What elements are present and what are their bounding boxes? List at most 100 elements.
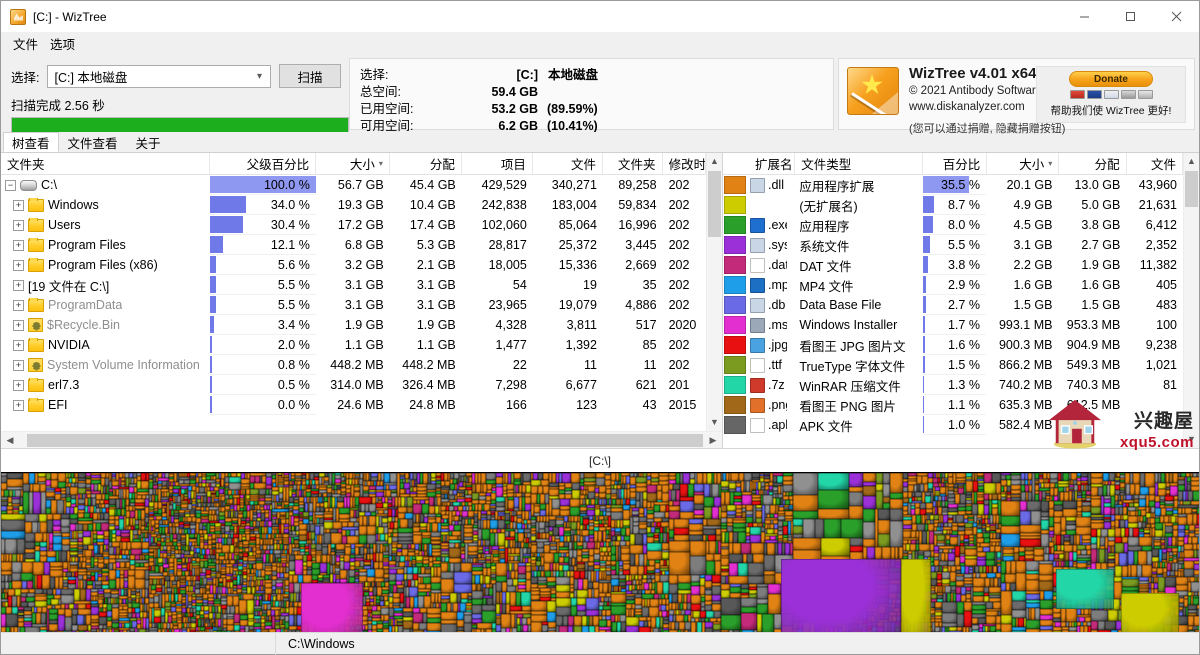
treemap-block[interactable] [149,630,158,632]
treemap-block[interactable] [7,479,23,487]
filetype-column-header[interactable]: 扩展名 [723,153,796,174]
table-row[interactable]: + $Recycle.Bin 3.4 % 1.9 GB 1.9 GB 4,328 3,811… [1,315,706,335]
tree-horizontal-scrollbar[interactable]: ◀ ▶ [1,431,722,448]
treemap-block[interactable] [441,624,457,632]
treemap-block[interactable] [22,562,33,573]
treemap-block[interactable] [25,522,32,533]
treemap-block[interactable] [413,535,422,544]
table-row[interactable]: + Program Files 12.1 % 6.8 GB 5.3 GB 28,817 25… [1,235,706,255]
folder-name-cell[interactable]: + ProgramData [1,298,210,312]
treemap-block[interactable] [390,473,397,483]
table-row[interactable]: .dat DAT 文件 3.8 % 2.2 GB 1.9 GB 11,382 [723,255,1183,275]
treemap-block[interactable] [1,520,25,531]
filetype-column-header[interactable]: 大小 ▾ [987,153,1060,174]
treemap-block[interactable] [33,492,41,514]
treemap-block[interactable] [85,550,92,557]
treemap-block[interactable] [61,519,70,527]
treemap-block[interactable] [6,614,18,627]
treemap-block[interactable] [588,492,595,499]
treemap-block[interactable] [413,504,422,514]
treemap-block[interactable] [239,600,247,614]
tree-column-header[interactable]: 大小 ▾ [316,153,390,174]
folder-name-cell[interactable]: + Users [1,218,210,232]
treemap-block[interactable] [91,607,99,615]
drive-select[interactable]: [C:] 本地磁盘 ▾ [47,64,271,88]
treemap-block[interactable] [1,562,12,571]
treemap-block[interactable] [403,629,410,632]
menu-file[interactable]: 文件 [7,32,44,55]
expand-icon[interactable]: + [13,399,24,411]
tree-column-header[interactable]: 项目 [462,153,533,174]
scroll-up-icon[interactable]: ▲ [710,154,719,169]
treemap-block[interactable] [441,572,454,579]
treemap-block[interactable] [53,536,62,544]
treemap-block[interactable] [450,593,457,603]
treemap-block[interactable] [12,573,21,581]
treemap-block[interactable] [99,617,107,625]
treemap-block[interactable] [464,623,472,632]
table-row[interactable]: .ttf TrueType 字体文件 1.5 % 866.2 MB 549.3 MB 1,… [723,355,1183,375]
treemap-block[interactable] [65,609,72,617]
filetype-column-header[interactable]: 文件类型 [795,153,924,174]
treemap-block[interactable] [427,623,441,631]
table-row[interactable]: + System Volume Information 0.8 % 448.2 MB 4… [1,355,706,375]
expand-icon[interactable]: + [13,279,24,291]
treemap-block[interactable] [496,563,507,576]
tree-column-header[interactable]: 文件夹 [1,153,210,174]
tab-file-view[interactable]: 文件查看 [58,132,127,152]
treemap-block[interactable] [496,487,503,497]
folder-name-cell[interactable]: + Windows [1,198,210,212]
table-row[interactable]: .exe应用程序8.0 %4.5 GB3.8 GB6,412 [723,215,1183,235]
treemap-block[interactable] [247,600,254,614]
treemap-block[interactable] [25,514,39,522]
treemap-block[interactable] [367,569,375,577]
folder-name-cell[interactable]: + EFI [1,398,210,412]
treemap-block[interactable] [472,591,483,599]
collapse-icon[interactable]: − [5,179,16,191]
treemap-block[interactable] [35,533,43,542]
treemap-block[interactable] [457,620,464,627]
treemap-block[interactable] [269,629,276,632]
treemap-block[interactable] [389,574,396,581]
treemap-block[interactable] [375,569,384,578]
treemap-block[interactable] [131,542,142,549]
treemap-view[interactable] [1,472,1199,632]
treemap-block[interactable] [419,623,427,630]
treemap-block[interactable] [109,580,116,589]
treemap-block[interactable] [40,630,47,632]
treemap-block[interactable] [498,533,505,546]
treemap-block[interactable] [547,601,556,612]
treemap-block[interactable] [112,608,119,620]
treemap-block[interactable] [33,484,40,492]
treemap-block[interactable] [531,601,547,611]
treemap-block[interactable] [39,514,47,522]
treemap-block[interactable] [25,542,35,549]
treemap-block[interactable] [359,526,367,535]
treemap-block[interactable] [423,577,431,584]
tab-tree-view[interactable]: 树查看 [3,132,59,152]
treemap-block[interactable] [101,523,109,531]
treemap-block[interactable] [424,596,431,608]
treemap-block[interactable] [256,563,263,570]
scroll-down-icon[interactable]: ▼ [710,415,719,430]
treemap-block[interactable] [83,537,91,545]
treemap-block[interactable] [128,576,135,589]
filetype-vertical-scrollbar[interactable]: ▲ ▼ [1183,153,1199,448]
tree-column-header[interactable]: 修改时间 [663,153,706,174]
tree-vertical-scrollbar[interactable]: ▲ ▼ [706,153,722,431]
treemap-block[interactable] [25,627,40,632]
menu-options[interactable]: 选项 [44,32,81,55]
expand-icon[interactable]: + [13,239,24,251]
treemap-block[interactable] [454,563,461,572]
table-row[interactable]: + Users 30.4 % 17.2 GB 17.4 GB 102,060 85,064 1… [1,215,706,235]
expand-icon[interactable]: + [13,299,24,311]
close-icon[interactable] [1153,1,1199,32]
treemap-block[interactable] [396,574,404,581]
treemap-block[interactable] [303,575,312,583]
folder-name-cell[interactable]: + NVIDIA [1,338,210,352]
treemap-block[interactable] [523,473,531,482]
treemap-block[interactable] [49,624,58,631]
folder-name-cell[interactable]: + Program Files [1,238,210,252]
treemap-block[interactable] [570,499,580,507]
treemap-block[interactable] [490,520,498,529]
